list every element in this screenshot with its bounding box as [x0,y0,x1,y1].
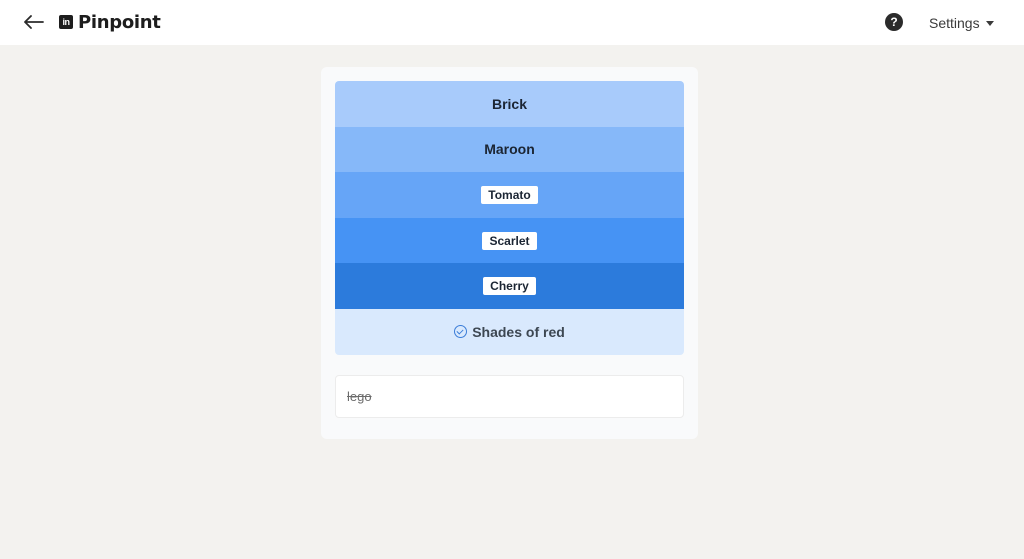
clue-stack: Brick Maroon Tomato Scarlet Cherry Shade… [335,81,684,355]
guess-text: lego [347,389,372,404]
clue-row[interactable]: Tomato [335,172,684,218]
settings-label: Settings [929,15,980,31]
clue-label: Brick [491,95,528,112]
check-circle-icon [454,325,468,339]
brand: in Pinpoint [59,11,161,33]
back-button[interactable] [22,11,46,33]
clue-row[interactable]: Brick [335,81,684,127]
guess-item: lego [335,375,684,418]
clue-row[interactable]: Scarlet [335,217,684,264]
page-title: Pinpoint [78,11,161,33]
clue-row[interactable]: Maroon [335,126,684,173]
clue-label: Maroon [484,141,535,158]
answer-text: Shades of red [472,323,565,340]
top-bar: in Pinpoint ? Settings [0,0,1024,45]
answer-row: Shades of red [335,308,684,355]
clue-row[interactable]: Cherry [335,263,684,309]
settings-dropdown[interactable]: Settings [929,12,994,34]
caret-down-icon [985,21,994,26]
clue-chip: Scarlet [482,231,537,250]
linkedin-logo-icon: in [59,15,73,29]
help-button[interactable]: ? [885,13,903,31]
clue-chip: Cherry [483,277,536,296]
clue-chip: Tomato [481,185,538,204]
arrow-left-icon [24,15,44,29]
game-card: Brick Maroon Tomato Scarlet Cherry Shade… [321,67,698,439]
